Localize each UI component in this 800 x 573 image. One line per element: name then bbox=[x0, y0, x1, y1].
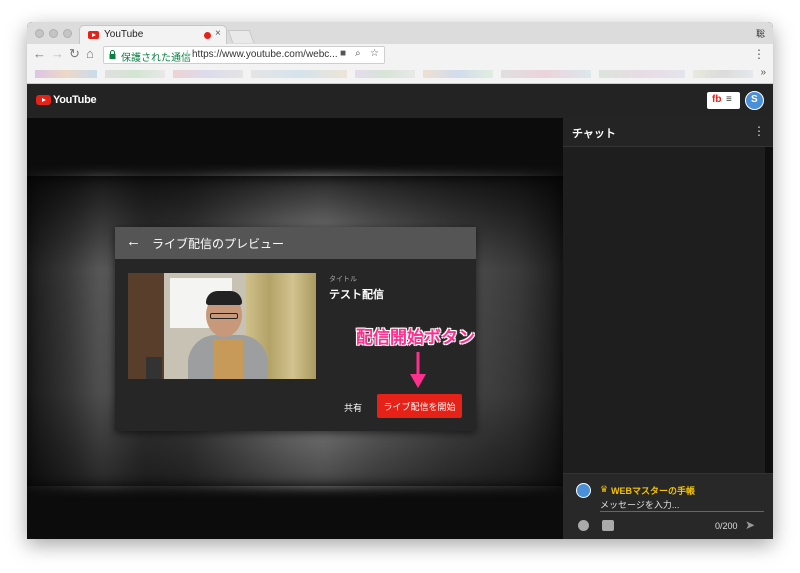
chat-message-input[interactable]: メッセージを入力... bbox=[600, 498, 764, 512]
youtube-header: YouTube fb ≡ S bbox=[27, 84, 773, 118]
camera-icon[interactable]: ■ bbox=[340, 48, 346, 59]
bookmarks-bar: » bbox=[27, 66, 773, 84]
thumbnail-chair bbox=[146, 357, 162, 379]
tab-title: YouTube bbox=[104, 29, 144, 40]
back-arrow-icon[interactable]: ← bbox=[126, 233, 141, 250]
bookmark-star-icon[interactable]: ☆ bbox=[370, 48, 379, 59]
annotation-label: 配信開始ボタン bbox=[356, 328, 475, 347]
chat-title: チャット bbox=[572, 128, 616, 140]
maximize-window-button[interactable] bbox=[63, 29, 72, 38]
reload-button[interactable]: ↻ bbox=[69, 47, 80, 61]
character-counter: 0/200 bbox=[715, 521, 738, 531]
avatar-glyph: S bbox=[751, 94, 758, 105]
tab-close-icon[interactable]: × bbox=[215, 28, 221, 39]
address-bar[interactable]: 保護された通信 https://www.youtube.com/webc... … bbox=[103, 46, 385, 64]
start-live-button[interactable]: ライブ配信を開始 bbox=[377, 394, 462, 418]
omnibox-divider bbox=[187, 50, 188, 61]
secure-connection-label: 保護された通信 bbox=[121, 53, 191, 64]
youtube-logo-icon[interactable] bbox=[36, 95, 51, 105]
browser-tab-youtube[interactable]: YouTube × bbox=[79, 25, 227, 44]
chat-user-name: WEBマスターの手帳 bbox=[611, 486, 695, 496]
fb-label: fb bbox=[712, 94, 722, 105]
chat-header: チャット ⋮ bbox=[563, 118, 773, 147]
chat-scrollbar[interactable] bbox=[765, 147, 773, 473]
title-bar: YouTube × 聡 bbox=[27, 22, 773, 44]
browser-window: YouTube × 聡 ← → ↻ ⌂ 保護された通信 https://www.… bbox=[27, 22, 773, 539]
bookmarks-overflow-button[interactable]: » bbox=[760, 67, 766, 78]
back-button[interactable]: ← bbox=[33, 47, 46, 61]
hamburger-icon: ≡ bbox=[726, 94, 732, 105]
emoji-icon[interactable] bbox=[578, 520, 589, 531]
share-button[interactable]: 共有 bbox=[344, 401, 362, 414]
bookmark-item[interactable] bbox=[251, 70, 347, 78]
zoom-icon[interactable]: ⌕ bbox=[355, 48, 361, 59]
recording-indicator-icon bbox=[204, 32, 211, 39]
annotation-arrow-icon bbox=[410, 352, 426, 388]
crown-icon: ♛ bbox=[600, 484, 609, 494]
browser-menu-icon[interactable]: ⋮ bbox=[753, 47, 765, 61]
title-field-value: テスト配信 bbox=[329, 289, 384, 301]
youtube-favicon-icon bbox=[88, 31, 99, 39]
bookmark-item[interactable] bbox=[355, 70, 415, 78]
bookmark-item[interactable] bbox=[105, 70, 165, 78]
thumbnail-person-glasses bbox=[210, 313, 238, 319]
profile-button[interactable]: 聡 bbox=[756, 27, 765, 40]
bookmark-item[interactable] bbox=[423, 70, 493, 78]
youtube-logo-text[interactable]: YouTube bbox=[53, 94, 97, 106]
url-text[interactable]: https://www.youtube.com/webc... bbox=[192, 49, 352, 60]
close-window-button[interactable] bbox=[35, 29, 44, 38]
new-tab-button[interactable] bbox=[227, 30, 255, 43]
live-chat-panel: チャット ⋮ ♛ WEBマスターの手帳 メッセージを入力... 0/200 ➤ bbox=[563, 118, 773, 539]
bookmark-item[interactable] bbox=[173, 70, 243, 78]
super-chat-icon[interactable] bbox=[602, 520, 614, 531]
account-avatar[interactable]: S bbox=[745, 91, 764, 110]
bookmark-item[interactable] bbox=[693, 70, 753, 78]
bookmark-item[interactable] bbox=[599, 70, 685, 78]
forward-button[interactable]: → bbox=[51, 47, 64, 61]
dialog-header: ← ライブ配信のプレビュー bbox=[115, 227, 476, 259]
chat-input-placeholder: メッセージを入力... bbox=[600, 500, 680, 510]
browser-toolbar: ← → ↻ ⌂ 保護された通信 https://www.youtube.com/… bbox=[27, 44, 773, 66]
chat-user-avatar bbox=[576, 483, 591, 498]
minimize-window-button[interactable] bbox=[49, 29, 58, 38]
camera-preview-thumbnail bbox=[128, 273, 316, 379]
lock-icon bbox=[109, 50, 116, 59]
dialog-title: ライブ配信のプレビュー bbox=[152, 237, 285, 251]
feedback-menu-button[interactable]: fb ≡ bbox=[707, 92, 740, 109]
chat-input-area: ♛ WEBマスターの手帳 メッセージを入力... 0/200 ➤ bbox=[563, 473, 773, 539]
thumbnail-person-shirt bbox=[213, 339, 243, 379]
send-icon[interactable]: ➤ bbox=[745, 518, 755, 532]
start-live-label: ライブ配信を開始 bbox=[383, 402, 456, 412]
bookmark-item[interactable] bbox=[35, 70, 97, 78]
chat-messages bbox=[563, 147, 765, 473]
chat-menu-icon[interactable]: ⋮ bbox=[753, 124, 765, 138]
thumbnail-person-hair bbox=[206, 291, 242, 305]
bookmark-item[interactable] bbox=[501, 70, 591, 78]
title-field-label: タイトル bbox=[329, 276, 357, 283]
home-button[interactable]: ⌂ bbox=[86, 47, 94, 61]
